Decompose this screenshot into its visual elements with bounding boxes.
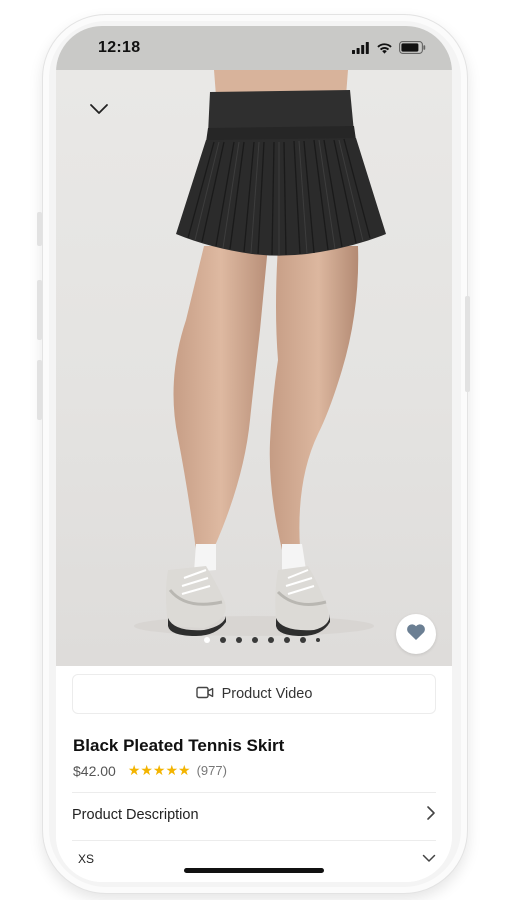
chevron-right-icon <box>426 805 436 826</box>
product-title: Black Pleated Tennis Skirt <box>73 736 285 755</box>
carousel-pagination <box>204 637 320 643</box>
rating-stars[interactable]: ★★★★★ <box>128 762 191 779</box>
signal-icon <box>352 41 370 59</box>
mute-switch <box>37 212 42 246</box>
collapse-button[interactable] <box>86 100 112 122</box>
wifi-icon <box>376 41 393 59</box>
product-description-label: Product Description <box>72 807 199 823</box>
heart-icon <box>406 623 426 646</box>
phone-screen: 12:18 Product Video Black Pleated Tennis… <box>56 26 452 882</box>
divider <box>72 840 436 841</box>
carousel-dot[interactable] <box>284 637 290 643</box>
price-rating-row: $42.00 ★★★★★ (977) <box>73 762 227 779</box>
product-photo <box>134 70 386 636</box>
product-video-label: Product Video <box>221 686 313 702</box>
product-price: $42.00 <box>73 762 116 779</box>
chevron-down-icon <box>422 850 436 868</box>
product-description-row[interactable]: Product Description <box>72 792 436 838</box>
carousel-dot[interactable] <box>316 638 320 642</box>
volume-down-button <box>37 360 42 420</box>
size-value: XS <box>78 852 95 866</box>
status-bar: 12:18 <box>56 26 452 70</box>
video-camera-icon <box>195 686 214 703</box>
power-button <box>465 296 470 392</box>
product-info: Product Video Black Pleated Tennis Skirt… <box>56 666 452 882</box>
carousel-dot[interactable] <box>220 637 226 643</box>
battery-icon <box>399 41 426 59</box>
carousel-dot[interactable] <box>300 637 306 643</box>
carousel-dot[interactable] <box>204 637 210 643</box>
status-time: 12:18 <box>98 39 141 56</box>
review-count[interactable]: (977) <box>197 763 227 778</box>
carousel-dot[interactable] <box>236 637 242 643</box>
home-indicator[interactable] <box>184 868 324 873</box>
volume-up-button <box>37 280 42 340</box>
chevron-down-icon <box>89 102 109 120</box>
product-image-carousel[interactable] <box>56 70 452 666</box>
favorite-button[interactable] <box>396 614 436 654</box>
carousel-dot[interactable] <box>268 637 274 643</box>
carousel-dot[interactable] <box>252 637 258 643</box>
status-icons <box>352 41 426 59</box>
product-video-button[interactable]: Product Video <box>72 674 436 714</box>
